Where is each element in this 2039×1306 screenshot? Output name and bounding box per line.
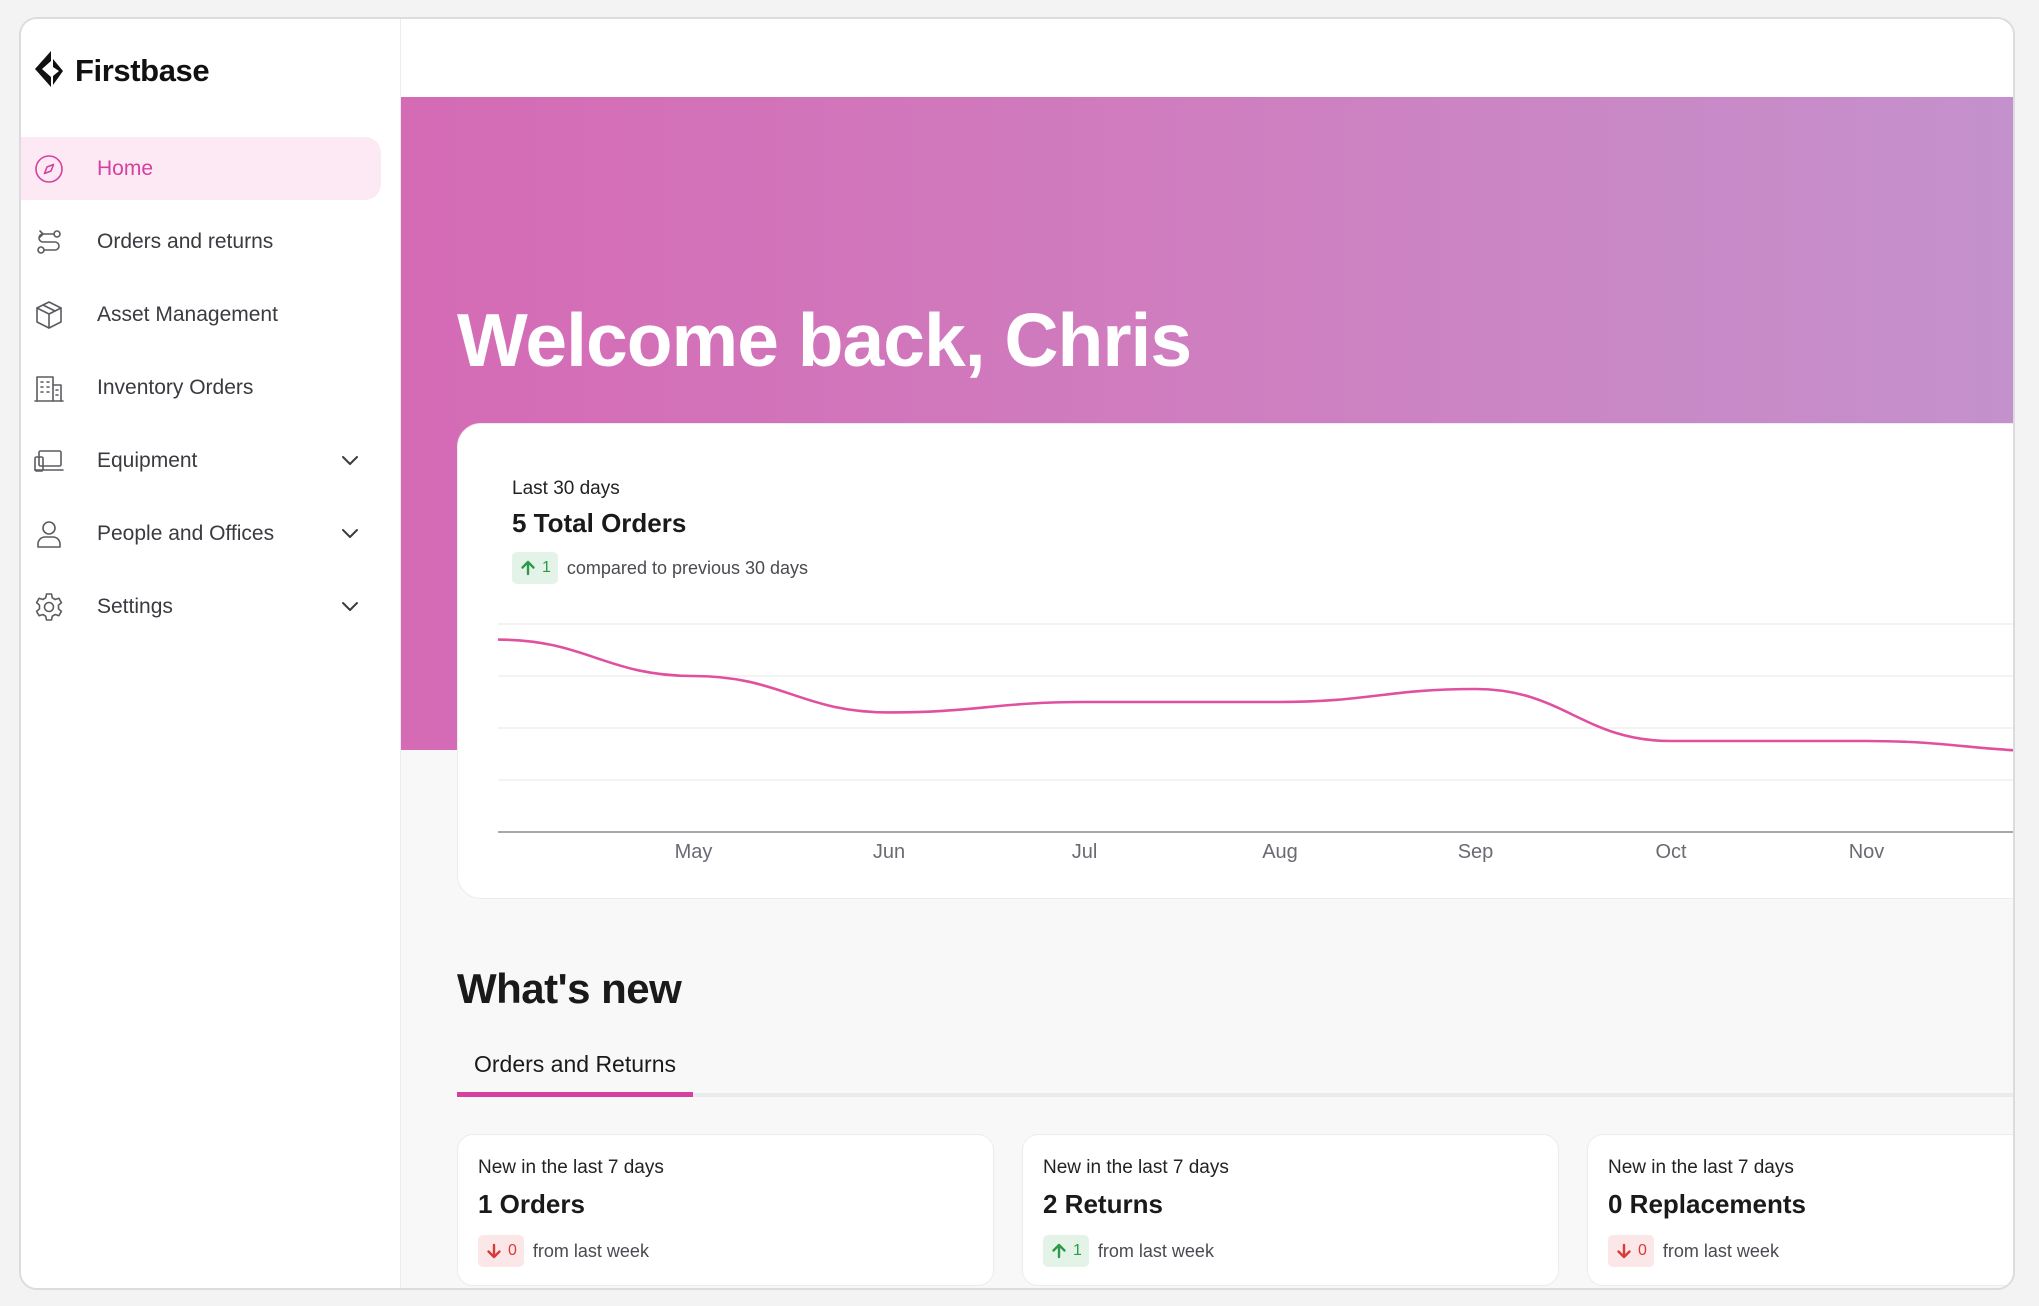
sidebar-item-asset-management[interactable]: Asset Management [21,283,381,346]
stat-label: New in the last 7 days [1043,1157,1229,1178]
stat-delta: 0 from last week [478,1235,649,1267]
delta-down-badge: 0 [1608,1235,1654,1267]
sidebar-item-label: Equipment [97,448,198,472]
stat-value: 0 Replacements [1608,1189,1806,1219]
arrow-up-icon [1052,1243,1066,1259]
stat-delta: 0 from last week [1608,1235,1779,1267]
delta-value: 1 [542,559,551,576]
brand-name: Firstbase [75,53,210,88]
delta-value: 0 [508,1242,517,1259]
chevron-down-icon[interactable] [337,520,363,546]
chart-tick-label: Jun [873,841,905,863]
compass-icon [31,151,67,187]
orders-chart-card: Last 30 days 5 Total Orders 1 compared t… [457,423,2013,899]
delta-description: from last week [1097,1240,1214,1261]
stat-card-returns[interactable]: New in the last 7 days 2 Returns 1 from … [1022,1134,1559,1286]
sidebar-item-label: People and Offices [97,521,275,545]
chart-tick-label: Nov [1849,841,1885,863]
chart-delta-row: 1 compared to previous 30 days [512,552,808,584]
app-window: Firstbase Home Orders and returns Asset … [19,17,2015,1290]
whats-new-title: What's new [457,965,682,1012]
arrow-down-icon [1617,1243,1631,1259]
sidebar-item-label: Inventory Orders [97,375,254,399]
chevron-down-icon[interactable] [337,447,363,473]
arrow-down-icon [487,1243,501,1259]
route-icon [31,224,67,260]
sidebar-item-home[interactable]: Home [21,137,381,200]
chart-tick-label: Aug [1262,841,1298,863]
sidebar-nav: Home Orders and returns Asset Management… [21,137,381,648]
chart-tick-label: Jul [1072,841,1098,863]
top-bar [401,19,2013,97]
sidebar-item-orders-and-returns[interactable]: Orders and returns [21,210,381,273]
gear-icon [31,589,67,625]
person-icon [31,516,67,552]
delta-down-badge: 0 [478,1235,524,1267]
whats-new-tabs: Orders and Returns [457,1045,2013,1097]
stat-card-replacements[interactable]: New in the last 7 days 0 Replacements 0 … [1587,1134,2013,1286]
stat-label: New in the last 7 days [478,1157,664,1178]
sidebar: Firstbase Home Orders and returns Asset … [21,19,401,1288]
stat-delta: 1 from last week [1043,1235,1214,1267]
firstbase-logo-icon [35,51,63,87]
delta-description: compared to previous 30 days [566,557,809,578]
chart-series-line [497,638,2013,752]
delta-up-badge: 1 [512,552,558,584]
laptop-icon [31,443,67,479]
sidebar-item-equipment[interactable]: Equipment [21,429,381,492]
welcome-heading: Welcome back, Chris [457,298,1192,382]
chart-total-orders: 5 Total Orders [512,508,687,538]
tab-orders-and-returns[interactable]: Orders and Returns [457,1045,693,1097]
brand-logo[interactable]: Firstbase [31,47,210,95]
chart-tick-label: May [675,841,713,863]
delta-value: 1 [1073,1242,1082,1259]
sidebar-item-label: Orders and returns [97,229,274,253]
delta-up-badge: 1 [1043,1235,1089,1267]
box-icon [31,297,67,333]
stat-value: 2 Returns [1043,1189,1163,1219]
delta-value: 0 [1638,1242,1647,1259]
chart-tick-label: Oct [1655,841,1687,863]
sidebar-item-label: Home [97,156,154,180]
chevron-down-icon[interactable] [337,593,363,619]
stat-card-orders[interactable]: New in the last 7 days 1 Orders 0 from l… [457,1134,994,1286]
sidebar-item-settings[interactable]: Settings [21,575,381,638]
orders-line-chart: May Jun Jul Aug Sep Oct Nov [497,623,2013,863]
building-icon [31,370,67,406]
stat-value: 1 Orders [478,1189,585,1219]
sidebar-item-inventory-orders[interactable]: Inventory Orders [21,356,381,419]
chart-period-label: Last 30 days [512,478,620,499]
main-content: Welcome back, Chris Last 30 days 5 Total… [401,19,2013,1288]
sidebar-item-label: Settings [97,594,173,618]
chart-tick-label: Sep [1458,841,1494,863]
delta-description: from last week [1662,1240,1779,1261]
stat-label: New in the last 7 days [1608,1157,1794,1178]
arrow-up-icon [521,560,535,576]
delta-description: from last week [532,1240,649,1261]
sidebar-item-people-and-offices[interactable]: People and Offices [21,502,381,565]
sidebar-item-label: Asset Management [97,302,278,326]
